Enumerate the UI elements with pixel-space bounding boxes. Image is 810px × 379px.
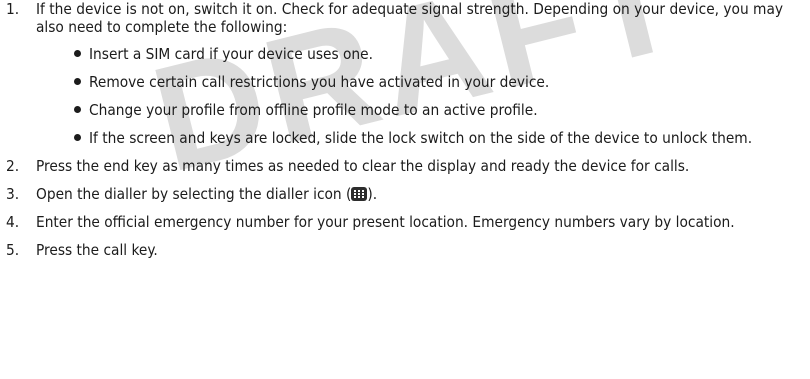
step-5: 5. Press the call key. <box>0 241 810 259</box>
step-number: 3. <box>6 185 20 203</box>
bullet-text: Change your profile from offline profile… <box>89 101 538 119</box>
step-1: 1. If the device is not on, switch it on… <box>0 0 810 147</box>
bullet-icon <box>74 50 81 57</box>
step-number: 1. <box>6 0 20 18</box>
bullet-icon <box>74 134 81 141</box>
bullet-text: Insert a SIM card if your device uses on… <box>89 45 373 63</box>
bullet-item: Remove certain call restrictions you hav… <box>36 73 810 91</box>
step-text-before: Open the dialler by selecting the dialle… <box>36 185 352 203</box>
step-number: 2. <box>6 157 20 175</box>
bullet-text: Remove certain call restrictions you hav… <box>89 73 550 91</box>
step-number: 4. <box>6 213 20 231</box>
bullet-icon <box>74 106 81 113</box>
bullet-item: If the screen and keys are locked, slide… <box>36 129 810 147</box>
emergency-call-instructions: 1. If the device is not on, switch it on… <box>0 0 810 259</box>
bullet-text: If the screen and keys are locked, slide… <box>89 129 753 147</box>
bullet-item: Change your profile from offline profile… <box>36 101 810 119</box>
step-text: Open the dialler by selecting the dialle… <box>36 185 810 203</box>
step-text: If the device is not on, switch it on. C… <box>36 0 784 36</box>
step-3: 3. Open the dialler by selecting the dia… <box>0 185 810 203</box>
dialler-grid-icon <box>351 187 368 201</box>
step-4: 4. Enter the official emergency number f… <box>0 213 810 231</box>
step-number: 5. <box>6 241 20 259</box>
bullet-icon <box>74 78 81 85</box>
step-text: Enter the official emergency number for … <box>36 213 735 231</box>
bullet-list: Insert a SIM card if your device uses on… <box>36 45 810 147</box>
step-2: 2. Press the end key as many times as ne… <box>0 157 810 175</box>
step-text-after: ). <box>367 185 378 203</box>
step-text: Press the end key as many times as neede… <box>36 157 690 175</box>
step-text: Press the call key. <box>36 241 158 259</box>
bullet-item: Insert a SIM card if your device uses on… <box>36 45 810 63</box>
